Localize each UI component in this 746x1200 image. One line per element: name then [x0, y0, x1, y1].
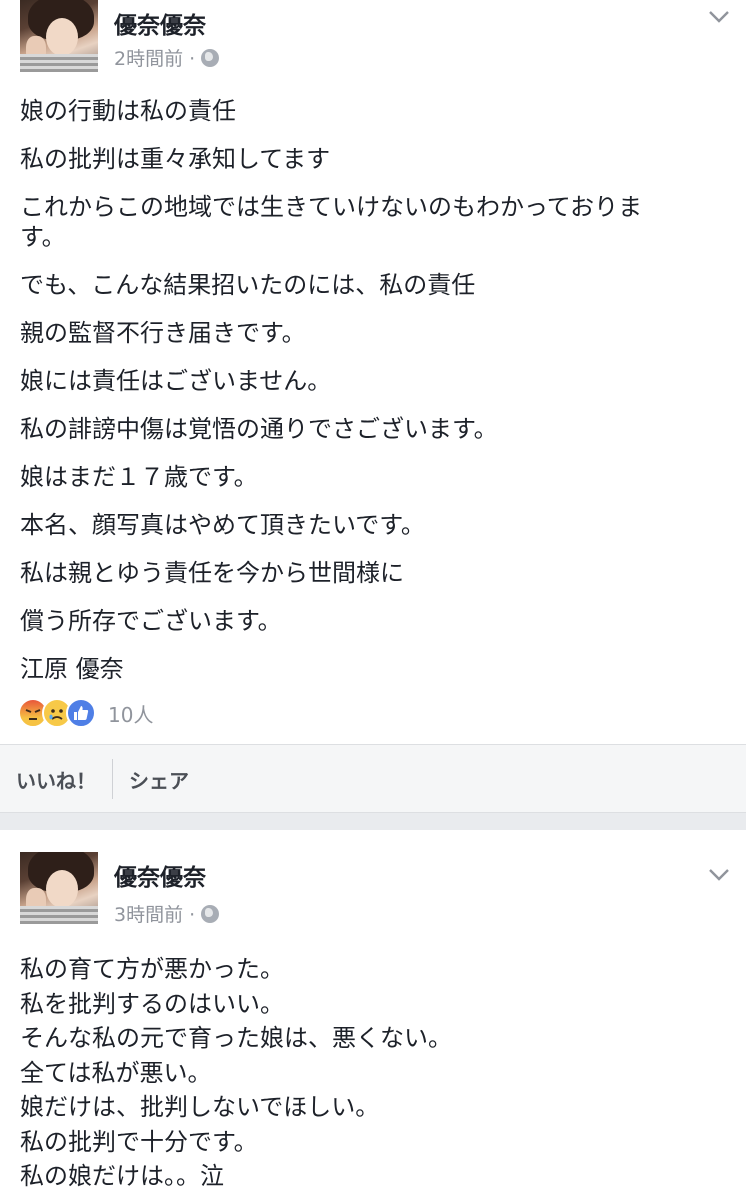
post-line: 私の育て方が悪かった。	[20, 955, 284, 983]
post-line: これからこの地域では生きていけないのもわかっておりま	[20, 193, 643, 221]
post-time[interactable]: 3時間前 ·	[114, 900, 195, 927]
post-meta: 3時間前 ·	[114, 900, 220, 927]
post-line: 全ては私が悪い。	[20, 1058, 212, 1087]
post-line: でも、こんな結果招いたのには、私の責任	[20, 271, 476, 299]
reaction-count[interactable]: 10人	[108, 699, 153, 728]
like-reaction-icon	[66, 698, 96, 728]
feed-separator	[0, 812, 746, 831]
post-1: 優奈優奈 2時間前 · 娘の行動は私の責任 私の批判は重々承知してます これから…	[0, 0, 746, 744]
chevron-down-icon[interactable]	[708, 868, 730, 882]
post-line: 江原 優奈	[20, 655, 124, 683]
post-line: 私の批判で十分です。	[20, 1127, 258, 1156]
post-line: 私は親とゆう責任を今から世間様に	[20, 559, 404, 587]
post-line: 娘には責任はございません。	[20, 367, 332, 395]
like-button[interactable]: いいね！	[0, 765, 112, 794]
post-line: 私の娘だけは。。泣	[20, 1162, 224, 1190]
post-line: 償う所存でございます。	[20, 607, 282, 635]
reaction-summary[interactable]: 10人	[18, 698, 153, 728]
post-action-bar: いいね！ シェア	[0, 744, 746, 813]
post-line: す。	[20, 223, 66, 251]
post-time[interactable]: 2時間前 ·	[114, 44, 195, 71]
post-meta: 2時間前 ·	[114, 44, 220, 71]
post-body: 娘の行動は私の責任 私の批判は重々承知してます これからこの地域では生きていけな…	[20, 96, 720, 702]
post-line: 私の批判は重々承知してます	[20, 145, 331, 173]
post-2: 優奈優奈 3時間前 · 私の育て方が悪かった。 私を批判するのはいい。 そんな私…	[0, 830, 746, 1200]
post-line: 親の監督不行き届きです。	[20, 319, 306, 347]
post-line: 本名、顔写真はやめて頂きたいです。	[20, 511, 425, 539]
post-body: 私の育て方が悪かった。 私を批判するのはいい。 そんな私の元で育った娘は、悪くな…	[20, 952, 720, 1194]
post-line: そんな私の元で育った娘は、悪くない。	[20, 1024, 452, 1052]
post-line: 私を批判するのはいい。	[20, 989, 284, 1018]
globe-icon	[201, 904, 220, 923]
share-button[interactable]: シェア	[113, 765, 205, 794]
author-name[interactable]: 優奈優奈	[114, 6, 206, 40]
author-name[interactable]: 優奈優奈	[114, 858, 206, 892]
post-line: 娘だけは、批判しないでほしい。	[20, 1093, 380, 1121]
chevron-down-icon[interactable]	[708, 10, 730, 24]
post-line: 私の誹謗中傷は覚悟の通りでさございます。	[20, 415, 498, 443]
post-line: 娘の行動は私の責任	[20, 97, 236, 125]
globe-icon	[201, 48, 220, 67]
post-line: 娘はまだ１７歳です。	[20, 463, 258, 491]
author-avatar[interactable]	[20, 0, 98, 72]
author-avatar[interactable]	[20, 852, 98, 924]
